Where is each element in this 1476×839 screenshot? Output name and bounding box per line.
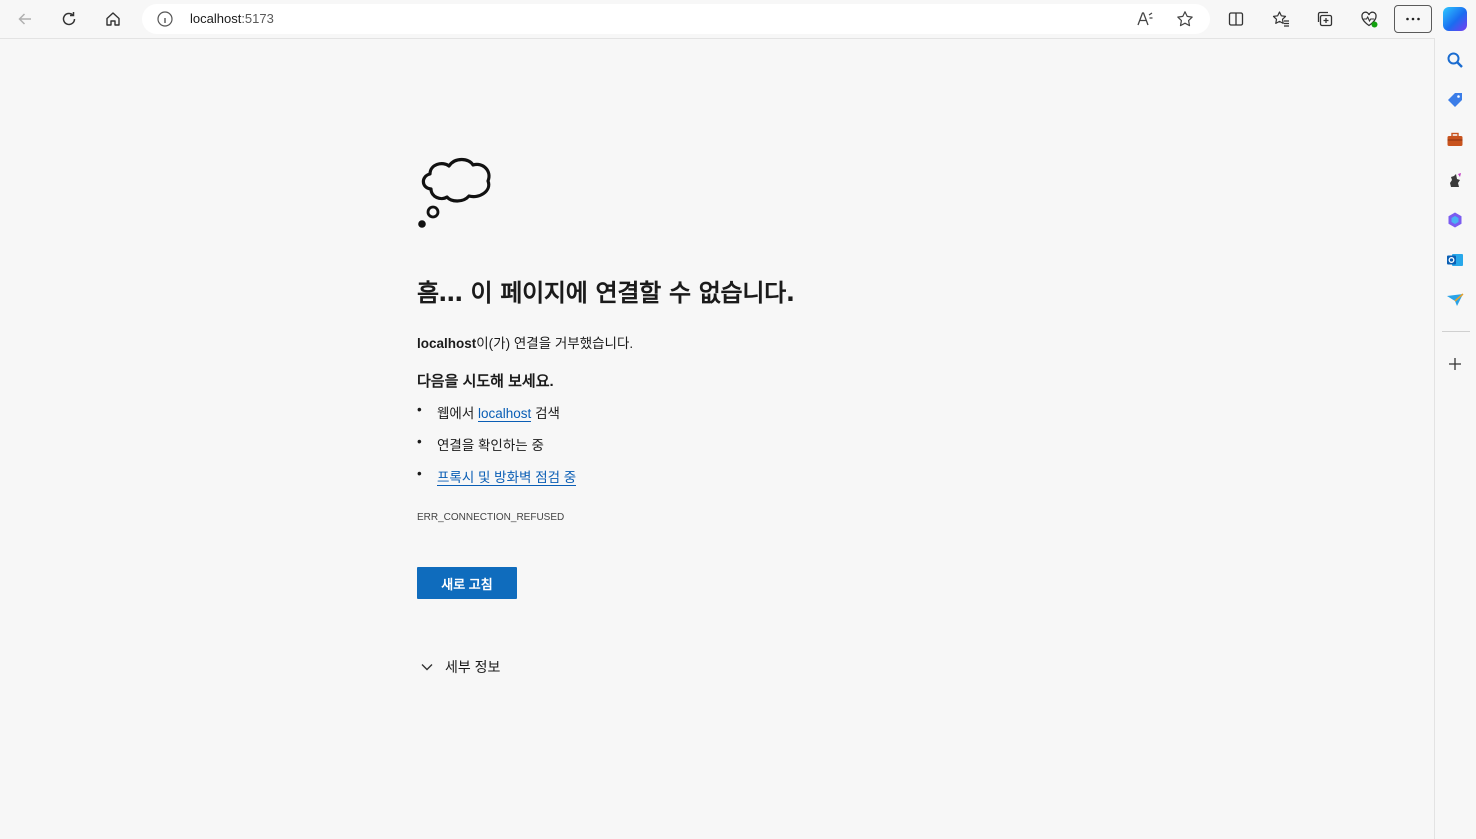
shopping-tag-icon bbox=[1448, 93, 1462, 107]
proxy-firewall-link[interactable]: 프록시 및 방화벽 점검 중 bbox=[437, 470, 577, 486]
error-code: ERR_CONNECTION_REFUSED bbox=[417, 512, 565, 523]
info-icon[interactable] bbox=[156, 10, 174, 28]
address-bar[interactable]: localhost:5173 bbox=[142, 4, 1210, 34]
thought-cloud-icon bbox=[418, 157, 491, 228]
error-title: 흠… 이 페이지에 연결할 수 없습니다. bbox=[417, 279, 795, 307]
favorite-star-icon[interactable] bbox=[1176, 10, 1194, 28]
read-aloud-icon[interactable] bbox=[1136, 10, 1154, 28]
error-host: localhost bbox=[417, 336, 477, 351]
add-icon bbox=[1449, 358, 1461, 370]
bullet: • bbox=[417, 466, 422, 481]
home-icon bbox=[106, 12, 120, 26]
suggestion-text: 연결을 확인하는 중 bbox=[437, 438, 544, 453]
sidebar-search-button[interactable] bbox=[1444, 49, 1466, 71]
microsoft-365-icon bbox=[1448, 212, 1462, 228]
details-toggle[interactable]: 세부 정보 bbox=[419, 657, 500, 677]
sidebar-shopping-button[interactable] bbox=[1444, 89, 1466, 111]
sidebar-outlook-button[interactable] bbox=[1444, 249, 1466, 271]
more-dots-icon bbox=[1406, 17, 1420, 21]
home-button[interactable] bbox=[99, 5, 127, 33]
favorites-icon bbox=[1272, 11, 1289, 27]
try-heading: 다음을 시도해 보세요. bbox=[417, 373, 554, 390]
copilot-icon[interactable] bbox=[1443, 7, 1467, 31]
url-port: :5173 bbox=[241, 11, 274, 26]
list-item: • 연결을 확인하는 중 bbox=[417, 434, 576, 466]
drop-send-icon bbox=[1447, 293, 1464, 306]
suggestion-list: • 웹에서 localhost 검색 • 연결을 확인하는 중 • 프록시 및 … bbox=[417, 402, 577, 498]
sidebar-tools-button[interactable] bbox=[1444, 129, 1466, 151]
browser-essentials-button[interactable] bbox=[1355, 5, 1383, 33]
split-screen-button[interactable] bbox=[1222, 5, 1250, 33]
edge-sidebar bbox=[1436, 38, 1476, 839]
suggestion-text: 검색 bbox=[531, 406, 560, 421]
url-host: localhost bbox=[190, 11, 242, 26]
refresh-button[interactable] bbox=[55, 5, 83, 33]
sidebar-divider bbox=[1442, 331, 1470, 332]
collections-button[interactable] bbox=[1311, 5, 1339, 33]
search-icon bbox=[1447, 52, 1463, 68]
heart-pulse-icon bbox=[1361, 11, 1378, 28]
list-item: • 웹에서 localhost 검색 bbox=[417, 402, 576, 434]
sidebar-add-button[interactable] bbox=[1444, 353, 1466, 375]
back-button[interactable] bbox=[11, 5, 39, 33]
url-text[interactable]: localhost:5173 bbox=[190, 11, 274, 26]
games-icon bbox=[1450, 173, 1461, 187]
browser-toolbar: localhost:5173 bbox=[0, 0, 1476, 38]
error-description-text: 이(가) 연결을 거부했습니다. bbox=[476, 336, 634, 351]
arrow-left-icon bbox=[18, 13, 31, 25]
bullet: • bbox=[417, 434, 422, 449]
suggestion-text: 웹에서 bbox=[437, 406, 479, 421]
list-item: • 프록시 및 방화벽 점검 중 bbox=[417, 466, 577, 498]
sidebar-m365-button[interactable] bbox=[1444, 209, 1466, 231]
settings-and-more-button[interactable] bbox=[1394, 5, 1432, 33]
sidebar-drop-button[interactable] bbox=[1444, 289, 1466, 311]
collections-icon bbox=[1317, 11, 1333, 27]
sidebar-games-button[interactable] bbox=[1444, 169, 1466, 191]
toolbox-icon bbox=[1447, 132, 1463, 146]
chevron-down-icon bbox=[421, 664, 433, 671]
refresh-icon bbox=[62, 12, 76, 26]
error-description: localhost이(가) 연결을 거부했습니다. bbox=[417, 332, 633, 352]
search-localhost-link[interactable]: localhost bbox=[478, 406, 532, 422]
outlook-icon bbox=[1447, 254, 1463, 266]
bullet: • bbox=[417, 402, 422, 417]
split-screen-icon bbox=[1228, 12, 1244, 26]
details-label: 세부 정보 bbox=[445, 659, 501, 675]
favorites-button[interactable] bbox=[1267, 5, 1295, 33]
reload-button[interactable]: 새로 고침 bbox=[417, 567, 517, 599]
page-content bbox=[0, 38, 1435, 839]
